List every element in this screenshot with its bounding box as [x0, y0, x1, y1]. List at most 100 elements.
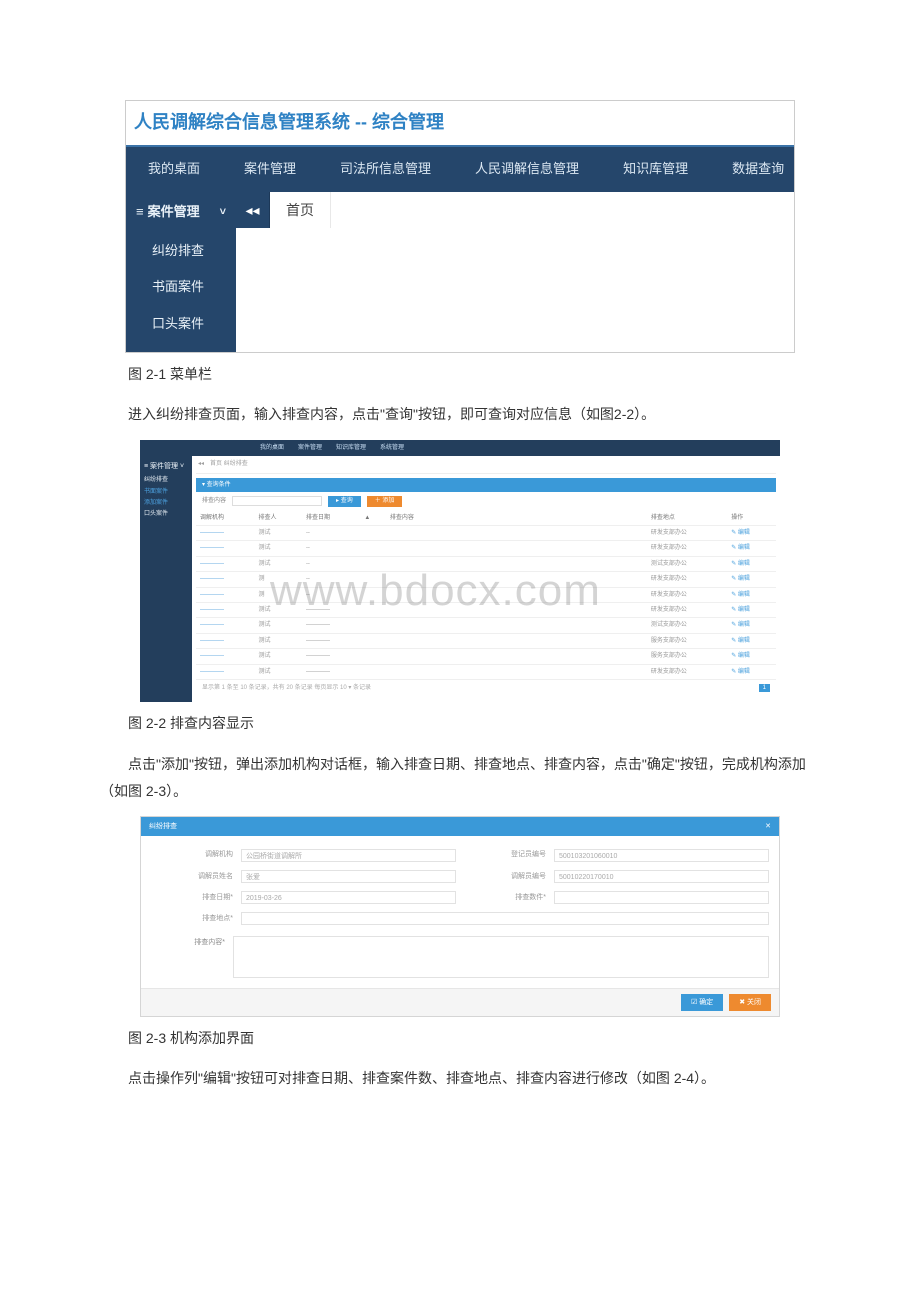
field-value[interactable]: 公园桥街道调解所 [241, 849, 456, 862]
nav-item[interactable]: 司法所信息管理 [318, 147, 453, 192]
cell-sort [360, 664, 385, 679]
field-input[interactable] [241, 912, 769, 925]
date-input[interactable]: 2019-03-26 [241, 891, 456, 904]
nav-item[interactable]: 数据查询 [710, 147, 806, 192]
table-row: ————测试————服务支部办公✎ 编辑 [196, 633, 776, 648]
content-textarea[interactable] [233, 936, 769, 978]
cell-content [386, 602, 647, 617]
nav-item[interactable]: 人民调解信息管理 [453, 147, 601, 192]
sidebar-header[interactable]: ≡ 案件管理 ˅ [126, 192, 236, 233]
edit-link[interactable]: ✎ 编辑 [727, 649, 776, 664]
page-button[interactable]: 1 [759, 684, 770, 692]
th-op[interactable]: 操作 [727, 511, 776, 526]
nav-item[interactable]: 案件管理 [298, 444, 322, 452]
close-icon[interactable]: ✕ [765, 820, 771, 833]
cell-person: 测试 [254, 633, 301, 648]
sidebar-item[interactable]: 纠纷排查 [126, 233, 236, 270]
sidebar-header[interactable]: ≡ 案件管理 ˅ [144, 462, 188, 472]
query-button[interactable]: ▸ 查询 [328, 496, 361, 506]
nav-item[interactable]: 系统管理 [380, 444, 404, 452]
edit-link[interactable]: ✎ 编辑 [727, 541, 776, 556]
nav-item[interactable]: 案件管理 [222, 147, 318, 192]
cell-person: 测 [254, 572, 301, 587]
tabs-text[interactable]: 首页 纠纷排查 [210, 460, 248, 468]
sidebar-item[interactable]: 口头案件 [144, 510, 188, 518]
field-value[interactable]: 50010220170010 [554, 870, 769, 883]
cell-org[interactable]: ———— [196, 649, 254, 664]
cell-org[interactable]: ———— [196, 587, 254, 602]
th-date[interactable]: 排查日期 [302, 511, 360, 526]
cell-person: 测试 [254, 556, 301, 571]
sidebar-item[interactable]: 添加案件 [144, 499, 188, 507]
cell-org[interactable]: ———— [196, 633, 254, 648]
cell-sort [360, 541, 385, 556]
ok-button[interactable]: ☑ 确定 [681, 994, 723, 1011]
cell-date: -- [302, 526, 360, 541]
cell-loc: 服务支部办公 [647, 649, 727, 664]
pager-info: 显示第 1 条至 10 条记录，共有 20 条记录 每页显示 10 ▾ 条记录 [202, 684, 371, 692]
cell-org[interactable]: ———— [196, 556, 254, 571]
top-nav: 我的桌面 案件管理 司法所信息管理 人民调解信息管理 知识库管理 数据查询 [126, 147, 794, 192]
th-sort[interactable]: ▲ [360, 511, 385, 526]
sidebar-item[interactable]: 纠纷排查 [144, 476, 188, 484]
sidebar-item[interactable]: 口头案件 [126, 306, 236, 343]
nav-item[interactable]: 我的桌面 [260, 444, 284, 452]
cell-loc: 测试支部办公 [647, 618, 727, 633]
edit-link[interactable]: ✎ 编辑 [727, 587, 776, 602]
dialog-form: 调解机构 公园桥街道调解所 登记员编号 500103201060010 调解员姓… [141, 836, 779, 929]
cell-person: 测试 [254, 541, 301, 556]
top-nav: 我的桌面 案件管理 知识库管理 系统管理 [140, 440, 780, 456]
search-row: 排查内容 ▸ 查询 ＋ 添加 [196, 492, 776, 510]
th-org[interactable]: 调解机构 [196, 511, 254, 526]
chevron-down-icon: ˅ [220, 202, 226, 223]
cell-org[interactable]: ———— [196, 618, 254, 633]
edit-link[interactable]: ✎ 编辑 [727, 633, 776, 648]
cell-date: ———— [302, 618, 360, 633]
nav-item[interactable]: 我的桌面 [126, 147, 222, 192]
nav-item[interactable]: 知识库管理 [336, 444, 366, 452]
field-input[interactable] [554, 891, 769, 904]
edit-link[interactable]: ✎ 编辑 [727, 602, 776, 617]
search-input[interactable] [232, 496, 322, 506]
caption-2-1: 图 2-1 菜单栏 [100, 361, 820, 388]
cell-sort [360, 526, 385, 541]
double-chevron-left-icon: ◂◂ [245, 197, 259, 224]
cell-date: ———— [302, 664, 360, 679]
field-value[interactable]: 500103201060010 [554, 849, 769, 862]
edit-link[interactable]: ✎ 编辑 [727, 664, 776, 679]
tab-home[interactable]: 首页 [270, 192, 331, 228]
table-row: ————测试--研发支部办公✎ 编辑 [196, 526, 776, 541]
table-row: ————测--研发支部办公✎ 编辑 [196, 587, 776, 602]
figure-2-1: 人民调解综合信息管理系统 -- 综合管理 我的桌面 案件管理 司法所信息管理 人… [125, 100, 795, 353]
field-label: 排查数件* [464, 891, 546, 904]
collapse-sidebar-button[interactable]: ◂◂ [236, 192, 270, 228]
sidebar: ≡ 案件管理 ˅ 纠纷排查 书面案件 添加案件 口头案件 [140, 456, 192, 702]
cell-org[interactable]: ———— [196, 664, 254, 679]
search-section-header[interactable]: ▾ 查询条件 [196, 478, 776, 492]
cell-org[interactable]: ———— [196, 541, 254, 556]
table-row: ————测试--测试支部办公✎ 编辑 [196, 556, 776, 571]
cell-org[interactable]: ———— [196, 602, 254, 617]
th-loc[interactable]: 排查地点 [647, 511, 727, 526]
edit-link[interactable]: ✎ 编辑 [727, 556, 776, 571]
cell-content [386, 664, 647, 679]
cell-org[interactable]: ———— [196, 526, 254, 541]
dialog-title: 纠纷排查 [149, 820, 177, 833]
edit-link[interactable]: ✎ 编辑 [727, 526, 776, 541]
cell-loc: 研发支部办公 [647, 587, 727, 602]
close-button[interactable]: ✖ 关闭 [729, 994, 771, 1011]
edit-link[interactable]: ✎ 编辑 [727, 572, 776, 587]
edit-link[interactable]: ✎ 编辑 [727, 618, 776, 633]
field-value[interactable]: 张爱 [241, 870, 456, 883]
sidebar: ≡ 案件管理 ˅ 纠纷排查 书面案件 口头案件 [126, 192, 236, 352]
search-label: 排查内容 [202, 497, 226, 505]
add-button[interactable]: ＋ 添加 [367, 496, 403, 506]
nav-item[interactable]: 知识库管理 [601, 147, 710, 192]
th-content[interactable]: 排查内容 [386, 511, 647, 526]
cell-org[interactable]: ———— [196, 572, 254, 587]
collapse-icon[interactable]: ◂◂ [198, 460, 204, 468]
th-person[interactable]: 排查人 [254, 511, 301, 526]
sidebar-item[interactable]: 书面案件 [126, 269, 236, 306]
cell-date: ———— [302, 649, 360, 664]
sidebar-item[interactable]: 书面案件 [144, 488, 188, 496]
